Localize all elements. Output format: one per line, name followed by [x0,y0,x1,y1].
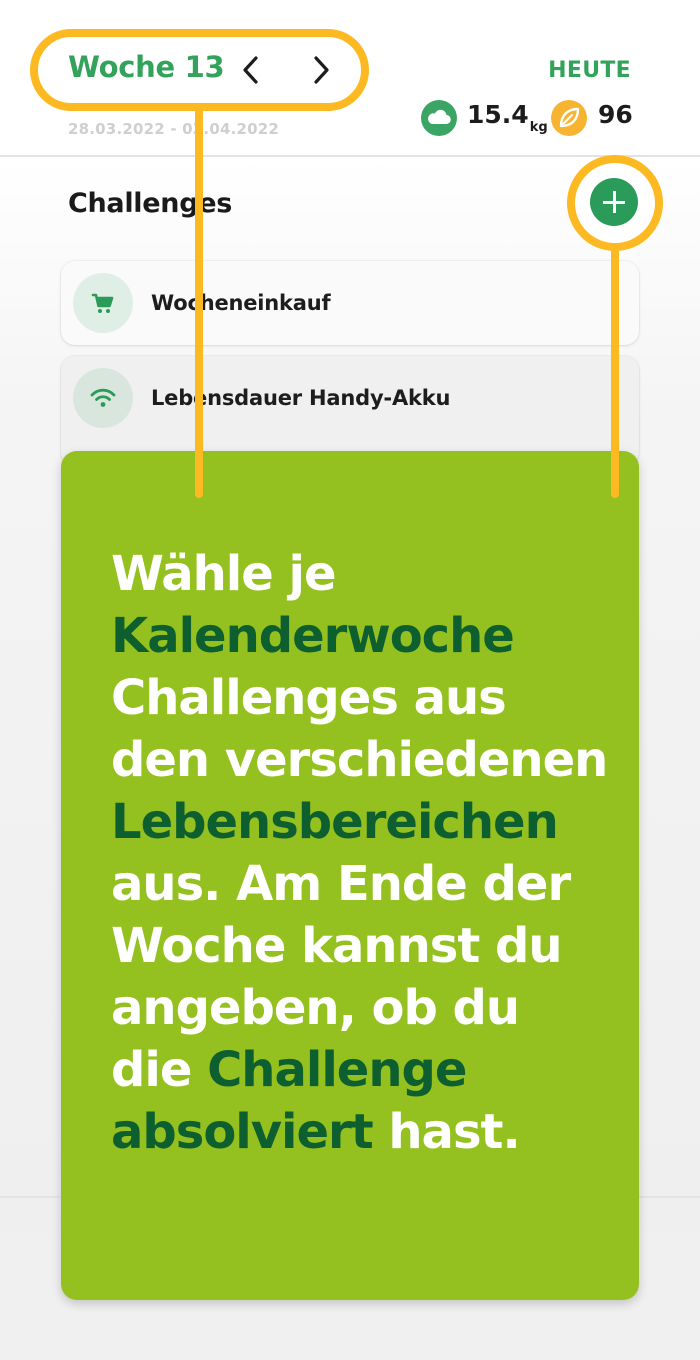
points-value: 96 [598,100,633,129]
add-button-connector [611,248,619,498]
tooltip-highlight: Kalenderwoche [111,608,515,664]
add-challenge-button[interactable] [590,178,638,226]
week-selector-connector [195,108,203,498]
tooltip-text: Wähle je Kalenderwoche Challenges aus de… [111,543,611,1163]
cloud-icon [421,100,457,136]
onboarding-tooltip: Wähle je Kalenderwoche Challenges aus de… [61,451,639,1300]
tooltip-highlight: Lebensbereichen [111,794,559,850]
tooltip-text-part: hast. [372,1104,520,1160]
co2-savings-value: 15.4kg [467,100,548,135]
challenge-card[interactable]: Wocheneinkauf [61,261,639,345]
challenge-label: Wocheneinkauf [151,291,331,315]
challenge-card[interactable]: Lebensdauer Handy-Akku [61,356,639,466]
co2-number: 15.4 [467,100,529,129]
next-week-chevron-icon[interactable] [303,52,339,88]
co2-unit: kg [529,120,548,135]
week-label[interactable]: Woche 13 [68,50,225,84]
previous-week-chevron-icon[interactable] [234,52,270,88]
leaf-icon [551,100,587,136]
wifi-icon [73,368,133,428]
shopping-cart-icon [73,273,133,333]
challenges-section-title: Challenges [68,188,233,219]
tooltip-text-part: Wähle je [111,546,337,602]
tooltip-text-part: Challenges aus den verschiedenen [111,670,608,788]
week-date-range: 28.03.2022 - 03.04.2022 [68,120,280,138]
today-button[interactable]: HEUTE [548,58,631,83]
